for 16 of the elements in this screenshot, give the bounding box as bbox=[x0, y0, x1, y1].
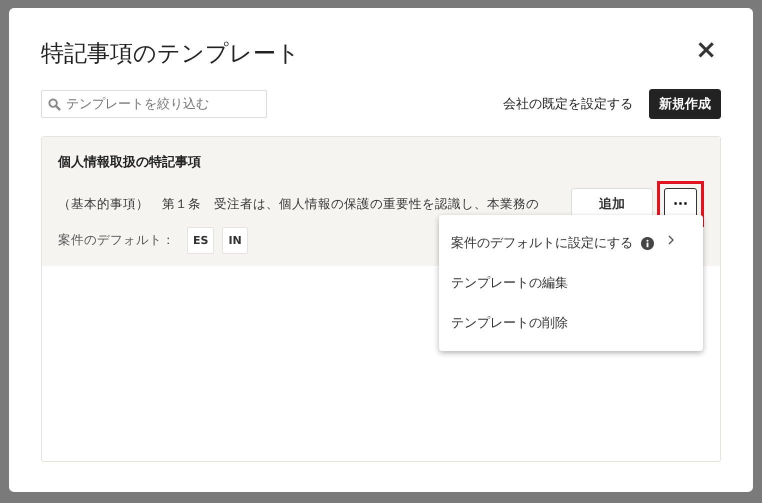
search-field[interactable]: テンプレートを絞り込む bbox=[41, 90, 267, 118]
set-default-link[interactable]: 会社の既定を設定する bbox=[503, 95, 633, 113]
menu-item[interactable]: テンプレートの削除 bbox=[439, 303, 703, 343]
default-tag: IN bbox=[222, 227, 248, 254]
menu-item-label: 案件のデフォルトに設定にする bbox=[451, 235, 633, 252]
defaults-label: 案件のデフォルト： bbox=[58, 232, 175, 249]
dialog-title: 特記事項のテンプレート bbox=[41, 40, 300, 69]
new-button[interactable]: 新規作成 bbox=[649, 89, 721, 119]
template-text: （基本的事項） 第１条 受注者は、個人情報の保護の重要性を認識し、本業務の bbox=[58, 196, 540, 212]
menu-item[interactable]: テンプレートの編集 bbox=[439, 263, 703, 303]
info-icon bbox=[641, 236, 654, 250]
menu-item[interactable]: 案件のデフォルトに設定にする bbox=[439, 223, 703, 263]
default-tag: ES bbox=[187, 227, 214, 254]
close-button[interactable]: × bbox=[691, 36, 721, 62]
chevron-right-icon bbox=[668, 235, 674, 245]
template-title: 個人情報取扱の特記事項 bbox=[58, 154, 202, 171]
